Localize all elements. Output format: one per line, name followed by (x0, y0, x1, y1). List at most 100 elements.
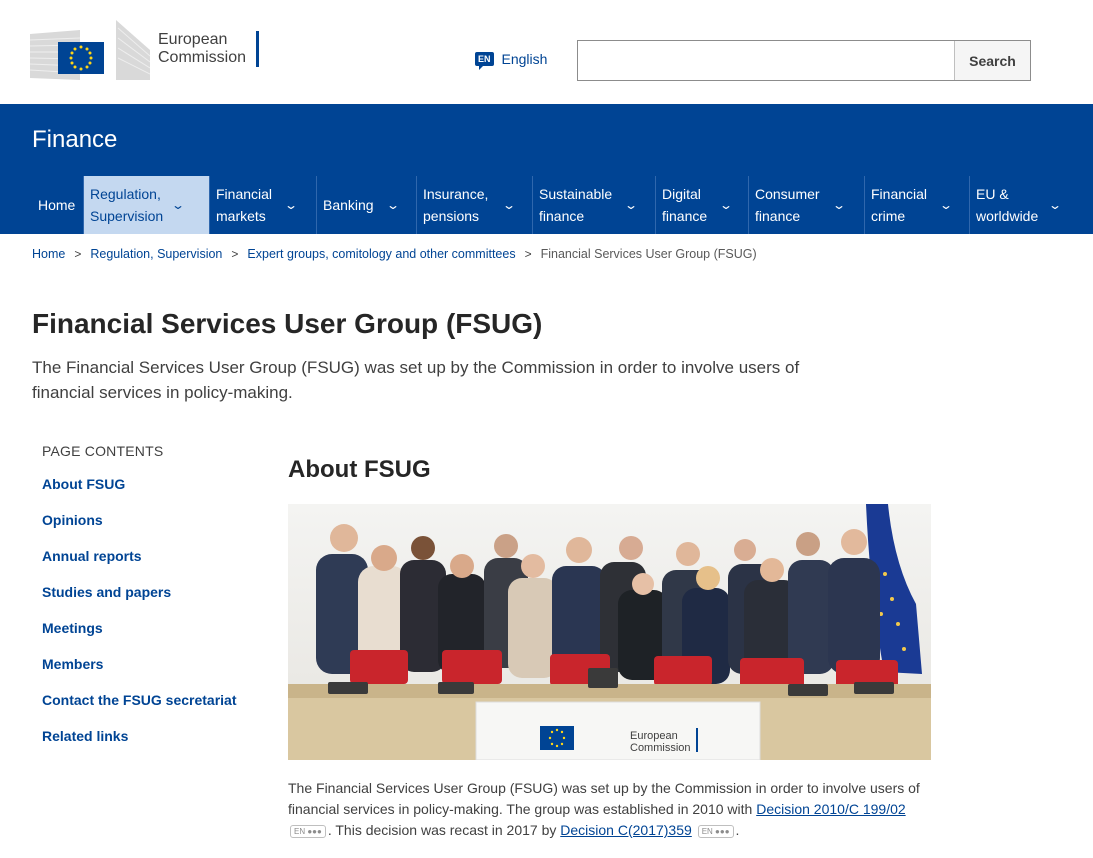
search-form: Search (577, 40, 1031, 81)
language-availability-icon[interactable]: EN ●●● (697, 824, 734, 838)
site-title[interactable]: Finance (32, 126, 117, 154)
chevron-right-icon: > (524, 247, 532, 261)
page-contents-list: About FSUG Opinions Annual reports Studi… (42, 476, 237, 764)
nav-item-label-line-1: Digital (662, 186, 701, 202)
chevron-down-icon: ⌄ (624, 198, 639, 212)
nav-item-label-line-2: finance (755, 208, 801, 224)
nav-item-label-line-2: markets (216, 208, 266, 224)
group-photo-illustration: European Commission (288, 504, 931, 760)
nav-item-label-line-2: crime (871, 208, 906, 224)
toc-link-members[interactable]: Members (42, 656, 103, 672)
nav-item-label-line-1: Consumer (755, 186, 820, 202)
nav-item-label-line-1: Financial (216, 186, 273, 202)
logo-line-2: Commission (158, 49, 247, 66)
nav-item-label: Regulation, Supervision (90, 183, 163, 227)
nav-item-label: Financial markets (216, 183, 272, 227)
page-contents-sidebar: PAGE CONTENTS About FSUG Opinions Annual… (42, 443, 237, 764)
language-availability-icon[interactable]: EN ●●● (290, 824, 326, 838)
nav-item-financial-markets[interactable]: Financial markets ⌄ (210, 176, 317, 234)
toc-link-studies-and-papers[interactable]: Studies and papers (42, 584, 171, 600)
paragraph-text-end: . (735, 822, 740, 838)
fsug-group-photo: European Commission (288, 504, 931, 760)
nav-item-label: Sustainable finance (539, 183, 612, 227)
breadcrumb: Home > Regulation, Supervision > Expert … (32, 247, 757, 261)
photo-sign-line-1: European (630, 730, 678, 742)
toc-link-related-links[interactable]: Related links (42, 728, 128, 744)
nav-item-financial-crime[interactable]: Financial crime ⌄ (865, 176, 970, 234)
toc-item: Opinions (42, 512, 237, 548)
chevron-down-icon: ⌄ (1048, 198, 1063, 212)
nav-item-banking[interactable]: Banking ⌄ (317, 176, 417, 234)
toc-item: Contact the FSUG secretariat (42, 692, 237, 728)
toc-item: About FSUG (42, 476, 237, 512)
photo-sign-line-2: Commission (630, 742, 691, 754)
nav-item-eu-worldwide[interactable]: EU & worldwide ⌄ (970, 176, 1080, 234)
nav-item-label: Financial crime (871, 183, 927, 227)
nav-item-label-line-2: finance (662, 208, 708, 224)
nav-item-digital-finance[interactable]: Digital finance ⌄ (656, 176, 749, 234)
logo-text: European Commission (158, 31, 260, 67)
breadcrumb-link-home[interactable]: Home (32, 247, 65, 261)
european-commission-logo[interactable]: European Commission (30, 16, 270, 82)
search-input[interactable] (578, 41, 954, 80)
nav-item-label-line-2: worldwide (976, 208, 1039, 224)
nav-item-label-line-1: EU & (976, 186, 1009, 202)
nav-item-label: Insurance, pensions (423, 183, 488, 227)
nav-item-label: Home (38, 197, 76, 213)
chevron-down-icon: ⌄ (502, 198, 517, 212)
paragraph-text-mid: . This decision was recast in 2017 by (327, 822, 561, 838)
nav-item-label: Banking (323, 197, 374, 213)
chevron-down-icon: ⌄ (831, 198, 846, 212)
breadcrumb-current: Financial Services User Group (FSUG) (540, 247, 757, 261)
decision-2010-link[interactable]: Decision 2010/C 199/02 (756, 801, 905, 817)
chevron-down-icon: ⌄ (171, 198, 186, 212)
site-banner: Finance Home Regulation, Supervision ⌄ F… (0, 104, 1093, 234)
nav-item-label: EU & worldwide (976, 183, 1038, 227)
nav-item-label-line-1: Sustainable (539, 186, 613, 202)
nav-item-sustainable-finance[interactable]: Sustainable finance ⌄ (533, 176, 656, 234)
chevron-right-icon: > (74, 247, 82, 261)
language-label: English (501, 51, 548, 67)
chevron-down-icon: ⌄ (284, 198, 299, 212)
toc-item: Studies and papers (42, 584, 237, 620)
toc-item: Meetings (42, 620, 237, 656)
nav-item-label-line-2: pensions (423, 208, 480, 224)
chevron-down-icon: ⌄ (939, 198, 954, 212)
breadcrumb-link-expert-groups[interactable]: Expert groups, comitology and other comm… (247, 247, 515, 261)
search-button[interactable]: Search (954, 41, 1030, 80)
page-intro: The Financial Services User Group (FSUG)… (32, 358, 800, 402)
site-header: European Commission EN English Search (0, 0, 1093, 104)
chevron-down-icon: ⌄ (719, 198, 734, 212)
eu-flag-logo-icon (30, 20, 150, 80)
nav-item-insurance-pensions[interactable]: Insurance, pensions ⌄ (417, 176, 533, 234)
page-contents-heading: PAGE CONTENTS (42, 443, 164, 459)
nav-item-label-line-1: Financial (871, 186, 928, 202)
toc-item: Related links (42, 728, 237, 764)
nav-item-regulation-supervision[interactable]: Regulation, Supervision ⌄ (84, 176, 210, 234)
nav-item-label-line-2: finance (539, 208, 585, 224)
nav-item-consumer-finance[interactable]: Consumer finance ⌄ (749, 176, 865, 234)
toc-item: Annual reports (42, 548, 237, 584)
page-title: Financial Services User Group (FSUG) (32, 308, 543, 339)
chevron-right-icon: > (231, 247, 239, 261)
toc-link-contact-secretariat[interactable]: Contact the FSUG secretariat (42, 692, 237, 708)
nav-item-label: Consumer finance (755, 183, 820, 227)
toc-item: Members (42, 656, 237, 692)
section-title-about-fsug: About FSUG (288, 456, 431, 483)
decision-2017-link[interactable]: Decision C(2017)359 (560, 822, 692, 838)
language-selector[interactable]: EN English (475, 51, 548, 70)
breadcrumb-link-regulation-supervision[interactable]: Regulation, Supervision (90, 247, 222, 261)
nav-item-label-line-1: Insurance, (423, 186, 489, 202)
toc-link-opinions[interactable]: Opinions (42, 512, 103, 528)
toc-link-meetings[interactable]: Meetings (42, 620, 103, 636)
toc-link-about-fsug[interactable]: About FSUG (42, 476, 125, 492)
toc-link-annual-reports[interactable]: Annual reports (42, 548, 142, 564)
chevron-down-icon: ⌄ (385, 198, 400, 212)
main-navigation: Home Regulation, Supervision ⌄ Financial… (28, 176, 1080, 234)
nav-item-label: Digital finance (662, 183, 707, 227)
nav-item-label-line-2: Supervision (90, 208, 164, 224)
language-code-badge: EN (475, 52, 494, 70)
nav-item-home[interactable]: Home (28, 176, 84, 234)
logo-line-1: European (158, 31, 228, 48)
nav-item-label-line-1: Regulation, (90, 186, 161, 202)
